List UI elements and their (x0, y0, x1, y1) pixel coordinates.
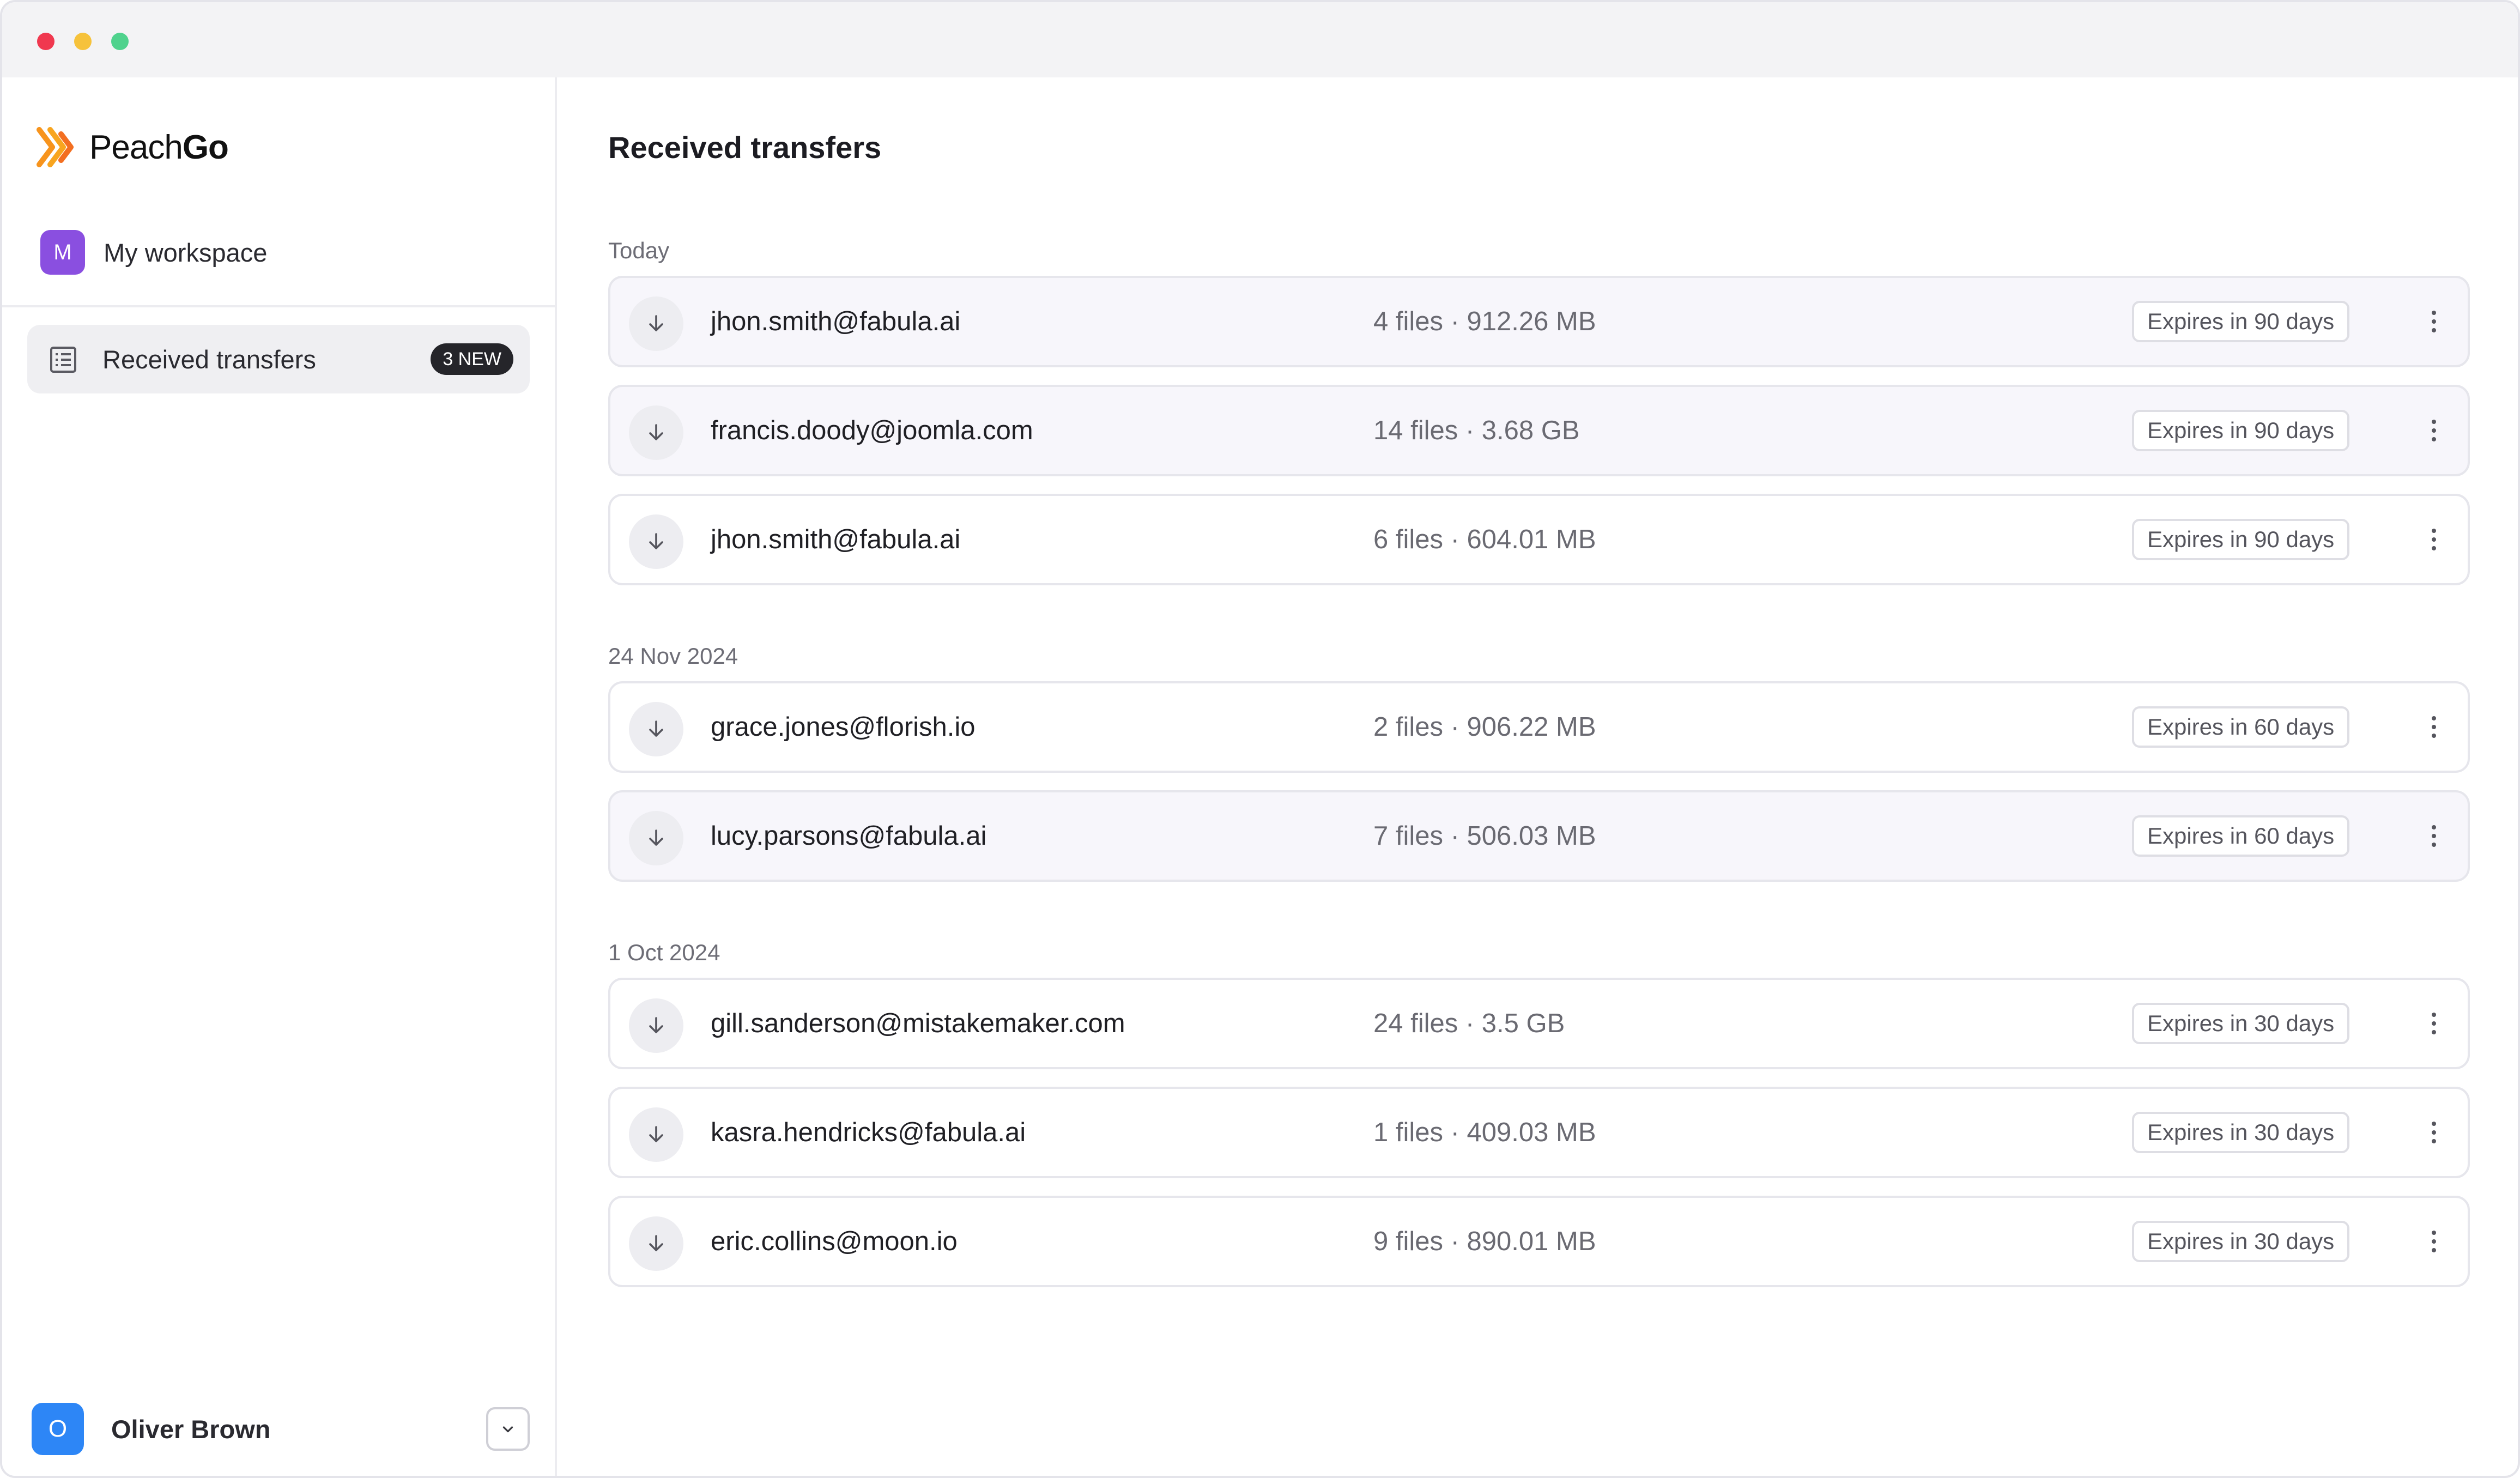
brand-logo[interactable]: PeachGo (35, 125, 229, 169)
brand-name-light: Peach (89, 128, 183, 166)
new-count-badge: 3 NEW (431, 343, 513, 375)
transfer-row[interactable]: gill.sanderson@mistakemaker.com 24 files … (608, 978, 2470, 1069)
chevron-down-icon (502, 1426, 513, 1433)
sender-email: grace.jones@florish.io (711, 712, 976, 742)
download-button[interactable] (629, 514, 683, 569)
sender-email: jhon.smith@fabula.ai (711, 307, 961, 336)
download-icon (649, 829, 663, 846)
download-icon (649, 424, 663, 440)
transfer-file-info: 1 files · 409.03 MB (1373, 1118, 1596, 1147)
transfer-file-info: 2 files · 906.22 MB (1373, 712, 1596, 742)
expiry-badge: Expires in 30 days (2132, 1221, 2350, 1262)
transfer-file-info: 14 files · 3.68 GB (1373, 416, 1580, 445)
transfer-row[interactable]: grace.jones@florish.io 2 files · 906.22 M… (608, 681, 2470, 773)
peach-go-logo-icon (37, 127, 74, 167)
download-button[interactable] (629, 998, 683, 1053)
more-vertical-icon (2432, 1122, 2436, 1143)
transfer-file-info: 7 files · 506.03 MB (1373, 821, 1596, 851)
download-icon (649, 1126, 663, 1142)
more-vertical-icon (2432, 529, 2436, 550)
user-avatar: O (32, 1403, 84, 1455)
sender-email: kasra.hendricks@fabula.ai (711, 1118, 1026, 1147)
expiry-badge: Expires in 60 days (2132, 815, 2350, 857)
sender-email: eric.collins@moon.io (711, 1227, 958, 1256)
close-window-button[interactable] (37, 33, 54, 50)
sender-email: gill.sanderson@mistakemaker.com (711, 1009, 1125, 1038)
download-button[interactable] (629, 811, 683, 865)
app-window: PeachGo M My workspace Received transfer… (0, 0, 2520, 1478)
expiry-badge: Expires in 90 days (2132, 410, 2350, 451)
more-vertical-icon (2432, 825, 2436, 847)
expiry-badge: Expires in 60 days (2132, 706, 2350, 748)
more-vertical-icon (2432, 1231, 2436, 1252)
main-content: Received transfers Today jhon.smith@fabul… (557, 77, 2518, 1476)
more-options-button[interactable] (2414, 302, 2454, 341)
more-options-button[interactable] (2414, 520, 2454, 559)
more-options-button[interactable] (2414, 1004, 2454, 1043)
brand-name-bold: Go (182, 128, 229, 166)
date-group-label: 1 Oct 2024 (608, 940, 720, 965)
expiry-badge: Expires in 30 days (2132, 1112, 2350, 1153)
brand-name: PeachGo (89, 128, 229, 167)
more-options-button[interactable] (2414, 1222, 2454, 1261)
sidebar-item-label: Received transfers (102, 344, 316, 374)
expiry-badge: Expires in 90 days (2132, 301, 2350, 342)
workspace-label: My workspace (104, 238, 268, 267)
transfer-file-info: 24 files · 3.5 GB (1373, 1009, 1565, 1038)
date-group-label: Today (608, 238, 670, 263)
more-vertical-icon (2432, 420, 2436, 441)
download-button[interactable] (629, 702, 683, 756)
download-button[interactable] (629, 296, 683, 351)
download-icon (649, 1017, 663, 1033)
sender-email: jhon.smith@fabula.ai (711, 525, 961, 554)
transfer-row[interactable]: kasra.hendricks@fabula.ai 1 files · 409.0… (608, 1087, 2470, 1178)
transfer-row[interactable]: jhon.smith@fabula.ai 4 files · 912.26 MB E… (608, 276, 2470, 367)
transfer-file-info: 4 files · 912.26 MB (1373, 307, 1596, 336)
title-bar (2, 2, 2518, 77)
more-options-button[interactable] (2414, 816, 2454, 856)
list-icon (50, 347, 76, 373)
more-options-button[interactable] (2414, 1113, 2454, 1152)
date-group-label: 24 Nov 2024 (608, 643, 738, 669)
download-icon (649, 720, 663, 737)
user-menu-button[interactable] (486, 1407, 530, 1451)
page-title: Received transfers (608, 130, 882, 165)
more-vertical-icon (2432, 716, 2436, 738)
expiry-badge: Expires in 30 days (2132, 1003, 2350, 1044)
workspace-avatar: M (40, 230, 85, 275)
download-button[interactable] (629, 405, 683, 460)
minimize-window-button[interactable] (74, 33, 92, 50)
download-icon (649, 1235, 663, 1251)
transfer-row[interactable]: francis.doody@joomla.com 14 files · 3.68 … (608, 385, 2470, 476)
sender-email: lucy.parsons@fabula.ai (711, 821, 987, 851)
sidebar-divider (2, 305, 555, 307)
transfer-file-info: 6 files · 604.01 MB (1373, 525, 1596, 554)
more-options-button[interactable] (2414, 411, 2454, 450)
transfer-row[interactable]: eric.collins@moon.io 9 files · 890.01 MB E… (608, 1196, 2470, 1287)
download-button[interactable] (629, 1107, 683, 1162)
transfer-row[interactable]: lucy.parsons@fabula.ai 7 files · 506.03 M… (608, 790, 2470, 882)
download-button[interactable] (629, 1216, 683, 1271)
download-icon (649, 533, 663, 549)
sidebar: PeachGo M My workspace Received transfer… (2, 77, 557, 1476)
transfer-row[interactable]: jhon.smith@fabula.ai 6 files · 604.01 MB E… (608, 494, 2470, 585)
sender-email: francis.doody@joomla.com (711, 416, 1033, 445)
sidebar-item-received-transfers[interactable]: Received transfers 3 NEW (27, 325, 530, 393)
more-vertical-icon (2432, 311, 2436, 332)
more-options-button[interactable] (2414, 707, 2454, 747)
more-vertical-icon (2432, 1013, 2436, 1034)
zoom-window-button[interactable] (111, 33, 129, 50)
user-name: Oliver Brown (111, 1414, 271, 1444)
transfer-file-info: 9 files · 890.01 MB (1373, 1227, 1596, 1256)
user-menu[interactable]: O Oliver Brown (32, 1402, 530, 1456)
expiry-badge: Expires in 90 days (2132, 519, 2350, 560)
download-icon (649, 315, 663, 331)
workspace-switcher[interactable]: M My workspace (40, 230, 267, 275)
